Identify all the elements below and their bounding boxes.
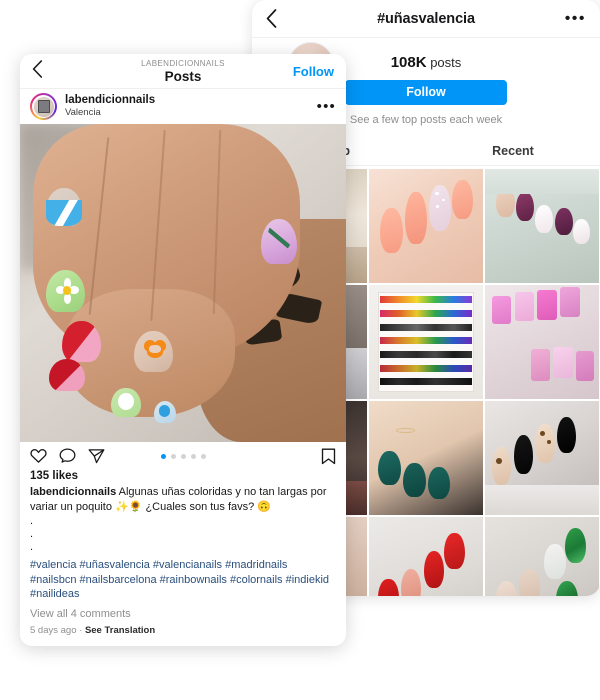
thumb-leopard-black-nails[interactable] xyxy=(485,401,599,515)
post-username[interactable]: labendicionnails xyxy=(65,94,155,107)
post-location[interactable]: Valencia xyxy=(65,107,155,119)
carousel-dot[interactable] xyxy=(170,453,176,459)
thumb-polish-shelf[interactable] xyxy=(369,285,483,399)
hashtag-title: #uñasvalencia xyxy=(377,10,475,27)
carousel-dot[interactable] xyxy=(160,453,166,459)
post-follow-link[interactable]: Follow xyxy=(293,64,334,79)
post-navbar: LABENDICIONNAILS Posts Follow xyxy=(20,54,346,89)
hashtag-navbar: #uñasvalencia ••• xyxy=(252,0,600,38)
post-detail-card: LABENDICIONNAILS Posts Follow labendicio… xyxy=(20,54,346,646)
bookmark-icon[interactable] xyxy=(321,447,336,465)
post-footer: 5 days ago · See Translation xyxy=(20,620,346,636)
carousel-dot[interactable] xyxy=(190,453,196,459)
post-caption: labendicionnails Algunas uñas coloridas … xyxy=(20,485,346,515)
heart-icon[interactable] xyxy=(30,448,47,464)
chevron-left-icon[interactable] xyxy=(32,59,52,83)
post-count-value: 108K xyxy=(390,54,427,71)
thumb-red-almond-nails[interactable] xyxy=(369,517,483,596)
thumb-teal-green-nails[interactable] xyxy=(369,401,483,515)
ellipsis-icon[interactable]: ••• xyxy=(317,99,336,114)
view-comments-link[interactable]: View all 4 comments xyxy=(20,602,346,620)
see-translation-link[interactable]: See Translation xyxy=(85,625,155,636)
post-count-label: posts xyxy=(430,55,462,70)
nail-red-pink-2 xyxy=(49,359,86,392)
thumb-peach-almond-nails[interactable] xyxy=(369,169,483,283)
post-timestamp: 5 days ago xyxy=(30,624,77,636)
post-user-row: labendicionnails Valencia ••• xyxy=(20,89,346,124)
comment-icon[interactable] xyxy=(59,448,76,464)
caption-author[interactable]: labendicionnails xyxy=(30,486,116,498)
hashtag-follow-button[interactable]: Follow xyxy=(345,80,507,105)
thumb-pink-long-nails[interactable] xyxy=(485,285,599,399)
post-hashtags[interactable]: #valencia #uñasvalencia #valencianails #… xyxy=(20,554,346,602)
post-actions-row xyxy=(20,442,346,470)
tab-recent[interactable]: Recent xyxy=(426,139,600,165)
carousel-dot[interactable] xyxy=(180,453,186,459)
share-paper-plane-icon[interactable] xyxy=(88,448,105,464)
like-count: 135 likes xyxy=(30,470,78,482)
ellipsis-icon[interactable]: ••• xyxy=(565,10,586,26)
post-photo[interactable] xyxy=(20,124,346,442)
thumb-green-marble-nails[interactable] xyxy=(485,517,599,596)
thumb-purple-glitter-nails[interactable] xyxy=(485,169,599,283)
post-user-names: labendicionnails Valencia xyxy=(65,94,155,119)
caption-dot-line: . xyxy=(30,515,34,527)
caption-dot-line: . xyxy=(30,528,34,540)
caption-dot-line: . xyxy=(30,541,34,553)
screenshot-stage: #uñasvalencia ••• 108K posts Follow See … xyxy=(0,0,600,700)
nail-red-pink xyxy=(62,321,102,363)
carousel-dot[interactable] xyxy=(200,453,206,459)
footer-separator: · xyxy=(79,624,83,636)
avatar[interactable] xyxy=(30,93,57,120)
